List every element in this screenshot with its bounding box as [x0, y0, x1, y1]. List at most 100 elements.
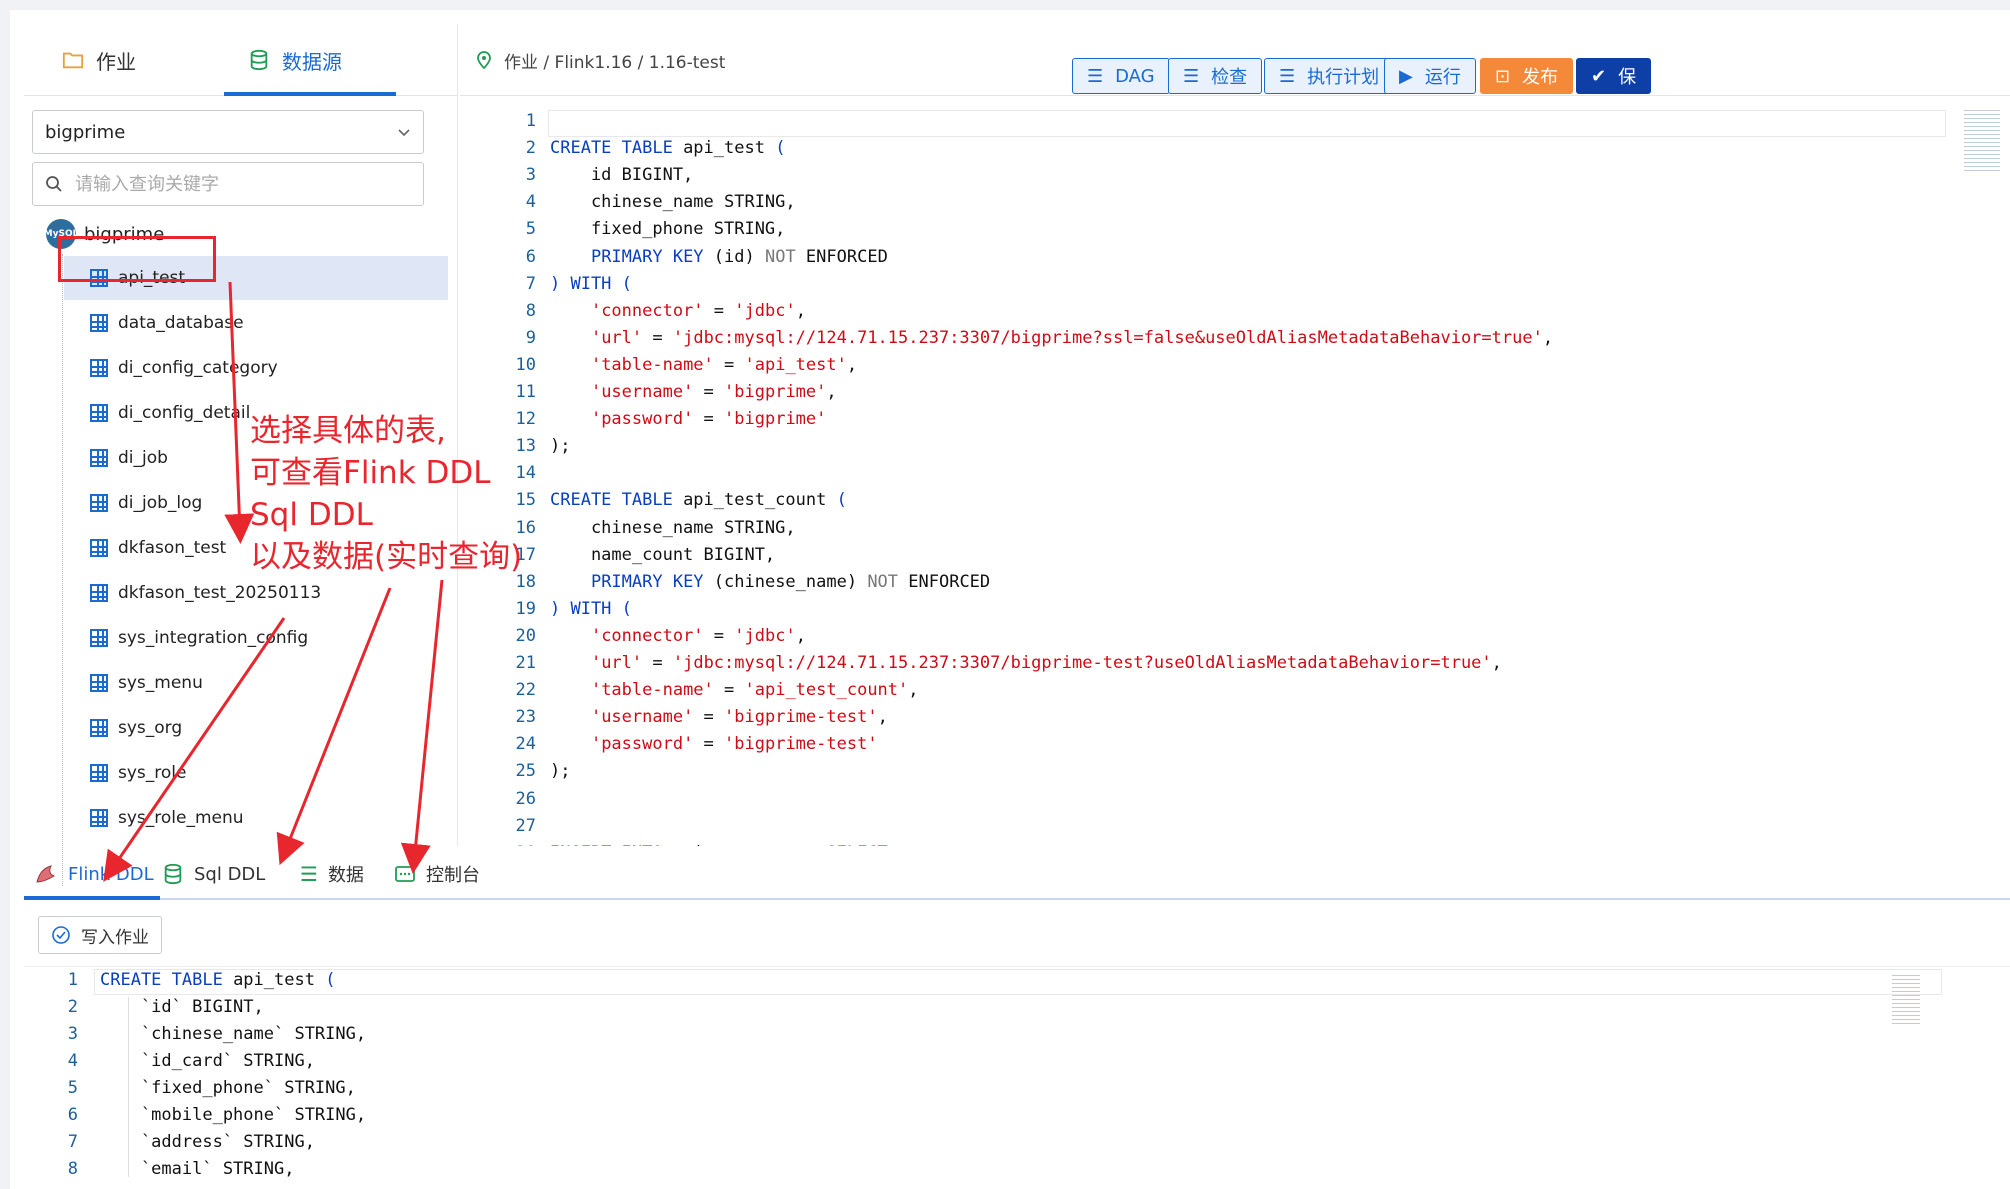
code-line: CREATE TABLE api_test ( — [550, 138, 786, 159]
write-to-job-button[interactable]: 写入作业 — [38, 916, 162, 954]
tab-flink-ddl[interactable]: Flink DDL — [34, 848, 154, 900]
tree-item-table[interactable]: api_test — [64, 256, 448, 300]
table-icon — [90, 449, 108, 467]
table-icon — [90, 494, 108, 512]
code-line: 'table-name' = 'api_test_count', — [590, 680, 919, 701]
tree-item-table[interactable]: di_config_category — [64, 346, 448, 390]
tree-item-label: sys_role_menu — [118, 808, 244, 828]
tree-item-table[interactable]: sys_integration_config — [64, 616, 448, 660]
code-line: INSERT INTO api_test_count SELECT — [550, 843, 888, 846]
code-line: `mobile_phone` STRING, — [100, 1105, 367, 1125]
breadcrumb: 作业 / Flink1.16 / 1.16-test — [474, 24, 725, 96]
code-line: CREATE TABLE api_test ( — [100, 970, 336, 990]
run-button[interactable]: ▶ 运行 — [1384, 58, 1476, 94]
save-button[interactable]: ✔ 保 — [1576, 58, 1652, 94]
code-line: `fixed_phone` STRING, — [100, 1078, 356, 1098]
tree-item-label: sys_org — [118, 718, 183, 738]
line-number: 24 — [515, 734, 536, 755]
line-number: 19 — [515, 598, 536, 619]
mysql-icon: MySQL — [44, 219, 78, 249]
console-icon — [395, 866, 415, 882]
line-number: 28 — [480, 843, 536, 846]
tree-item-table[interactable]: sys_role — [64, 751, 448, 795]
code-line: `id_card` STRING, — [100, 1051, 315, 1071]
code-line: `id` BIGINT, — [100, 997, 264, 1017]
chevron-down-icon — [398, 129, 410, 137]
tab-console[interactable]: 控制台 — [394, 848, 480, 900]
code-line: name_count BIGINT, — [550, 544, 776, 565]
tree-item-label: sys_menu — [118, 673, 203, 693]
table-icon — [90, 584, 108, 602]
list-icon: ☰ — [300, 862, 318, 886]
table-icon — [90, 404, 108, 422]
tab-datasource-label: 数据源 — [282, 49, 342, 74]
table-icon — [90, 629, 108, 647]
tab-jobs[interactable]: 作业 — [62, 24, 136, 96]
table-icon — [90, 719, 108, 737]
check-circle-icon: ✔ — [1591, 65, 1607, 87]
tree-item-table[interactable]: sys_org — [64, 706, 448, 750]
tree-item-table[interactable]: data_database — [64, 301, 448, 345]
tab-sql-ddl[interactable]: Sql DDL — [162, 848, 265, 900]
code-line: 'url' = 'jdbc:mysql://124.71.15.237:3307… — [590, 653, 1502, 673]
check-button[interactable]: ☰ 检查 — [1168, 58, 1263, 94]
location-icon — [477, 51, 491, 70]
tree-item-table[interactable]: sys_menu — [64, 661, 448, 705]
table-icon — [90, 314, 108, 332]
sql-editor[interactable]: 1 2 CREATE TABLE api_test (3 id BIGINT, 4 c… — [460, 98, 2010, 846]
app-window: 作业 数据源 bigprime MySQL bigprime api_testd… — [10, 10, 2010, 1189]
code-line: ); — [550, 436, 571, 457]
table-icon — [90, 809, 108, 827]
search-input[interactable] — [75, 173, 395, 195]
code-line: 'username' = 'bigprime', — [590, 382, 837, 402]
line-number: 2 — [67, 997, 78, 1017]
datasource-select-value: bigprime — [45, 121, 126, 143]
execution-plan-button[interactable]: ☰ 执行计划 — [1264, 58, 1395, 94]
search-box — [32, 162, 424, 206]
code-line: 'username' = 'bigprime-test', — [590, 707, 888, 728]
dag-button[interactable]: ☰ DAG — [1072, 58, 1170, 94]
line-number: 8 — [67, 1159, 78, 1179]
line-number: 27 — [515, 815, 536, 836]
tree-item-label: api_test — [118, 268, 186, 288]
line-number: 1 — [67, 970, 78, 990]
code-line: `chinese_name` STRING, — [100, 1024, 367, 1044]
tab-data[interactable]: ☰ 数据 — [300, 848, 364, 900]
tab-datasource[interactable]: 数据源 — [248, 24, 342, 96]
ddl-minimap[interactable] — [1892, 975, 1920, 1025]
tree-item-label: di_job — [118, 448, 168, 468]
line-number: 2 — [525, 138, 536, 159]
code-line: ) WITH ( — [550, 598, 632, 619]
tab-jobs-label: 作业 — [96, 49, 136, 74]
tree-item-label: di_job_log — [118, 493, 203, 513]
tree-root-datasource[interactable]: MySQL bigprime — [44, 214, 165, 254]
code-line: chinese_name STRING, — [550, 192, 796, 213]
publish-button[interactable]: ⊡ 发布 — [1480, 58, 1574, 94]
tree-root-label: bigprime — [84, 223, 165, 245]
code-line: id BIGINT, — [550, 165, 694, 186]
line-number: 7 — [525, 273, 536, 294]
code-line: ); — [550, 761, 571, 782]
line-number: 7 — [67, 1132, 78, 1152]
lock-icon: ⊡ — [1495, 65, 1511, 87]
table-icon — [90, 764, 108, 782]
line-number: 3 — [525, 165, 536, 186]
tree-item-label: sys_integration_config — [118, 628, 309, 648]
line-number: 9 — [525, 327, 536, 348]
database-icon — [164, 863, 182, 885]
tree-item-table[interactable]: sys_role_menu — [64, 796, 448, 840]
code-line: PRIMARY KEY (chinese_name) NOT ENFORCED — [590, 571, 991, 592]
editor-minimap[interactable] — [1964, 110, 2000, 172]
line-number: 3 — [67, 1024, 78, 1044]
ddl-preview-editor[interactable]: 1 CREATE TABLE api_test (2 `id` BIGINT, 3 … — [24, 966, 2010, 1180]
datasource-select[interactable]: bigprime — [32, 110, 424, 154]
line-number: 25 — [515, 761, 536, 782]
list-icon: ☰ — [1279, 65, 1296, 87]
code-line: 'password' = 'bigprime-test' — [590, 734, 878, 755]
table-icon — [90, 674, 108, 692]
line-number: 22 — [515, 680, 536, 701]
line-number: 20 — [515, 625, 536, 646]
tree-item-label: sys_role — [118, 763, 187, 783]
list-icon: ☰ — [1087, 65, 1104, 87]
current-line-highlight — [548, 110, 1946, 137]
